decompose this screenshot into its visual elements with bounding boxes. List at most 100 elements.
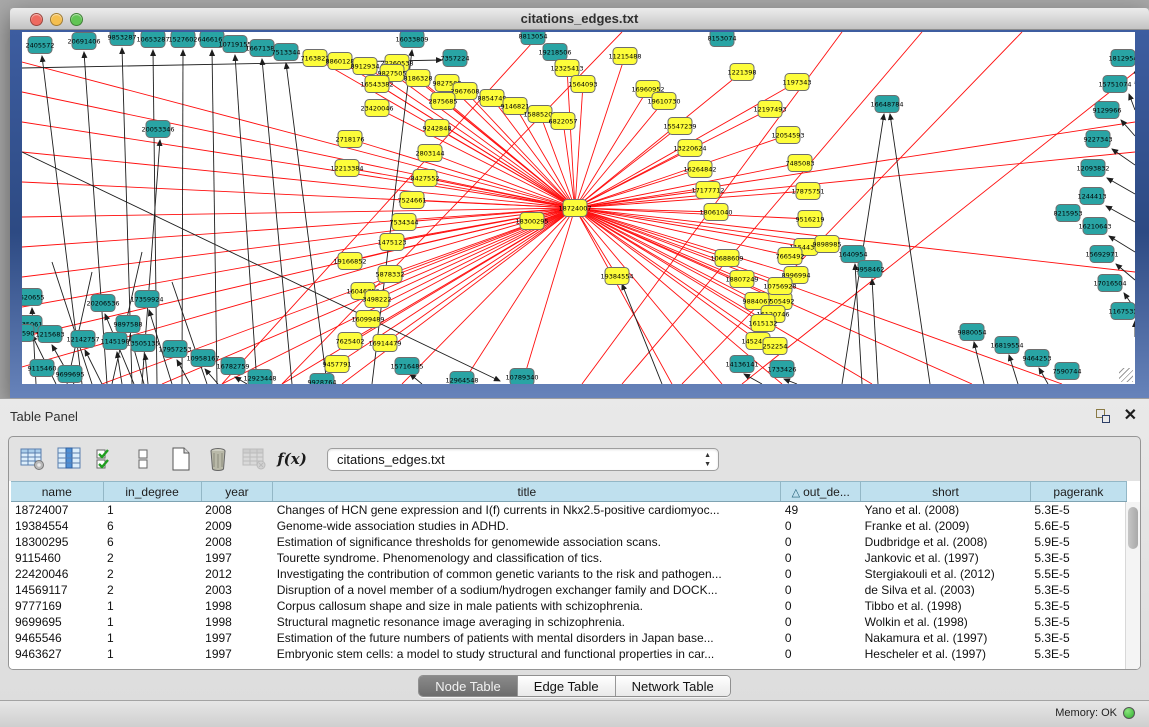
table-cell[interactable]: Jankovic et al. (1997) xyxy=(861,550,1031,566)
table-settings-button[interactable] xyxy=(19,445,47,473)
table-cell[interactable]: 1 xyxy=(103,598,201,614)
table-cell[interactable]: 1998 xyxy=(201,614,273,630)
table-row[interactable]: 2242004622012Investigating the contribut… xyxy=(11,566,1127,582)
table-cell[interactable]: 1997 xyxy=(201,646,273,662)
table-cell[interactable]: Yano et al. (2008) xyxy=(861,502,1031,518)
table-cell[interactable]: Changes of HCN gene expression and I(f) … xyxy=(273,502,781,518)
table-row[interactable]: 946554611997Estimation of the future num… xyxy=(11,630,1127,646)
graph-node[interactable]: 20206536 xyxy=(86,295,119,312)
graph-node[interactable]: 2405572 xyxy=(26,37,55,54)
table-cell[interactable]: 6 xyxy=(103,518,201,534)
table-cell[interactable]: 2008 xyxy=(201,502,273,518)
table-cell[interactable]: 0 xyxy=(781,566,861,582)
table-row[interactable]: 1456911722003Disruption of a novel membe… xyxy=(11,582,1127,598)
table-cell[interactable]: 9699695 xyxy=(11,614,103,630)
graph-node[interactable]: 9880054 xyxy=(958,324,987,341)
graph-node[interactable]: 18061040 xyxy=(699,204,732,221)
table-cell[interactable]: 1998 xyxy=(201,598,273,614)
graph-node[interactable]: 10688609 xyxy=(710,250,743,267)
table-cell[interactable]: 5.9E-5 xyxy=(1030,534,1126,550)
graph-node[interactable]: 16543382 xyxy=(360,76,393,93)
graph-node[interactable]: 16782759 xyxy=(216,358,249,375)
graph-node[interactable]: 3498222 xyxy=(363,291,392,308)
graph-node[interactable]: 1244413 xyxy=(1078,188,1107,205)
table-cell[interactable]: 2 xyxy=(103,550,201,566)
table-cell[interactable]: 49 xyxy=(781,502,861,518)
graph-node[interactable]: 12923448 xyxy=(243,370,276,385)
graph-node[interactable]: 1167533 xyxy=(1109,303,1135,320)
table-cell[interactable]: Embryonic stem cells: a model to study s… xyxy=(273,646,781,662)
table-cell[interactable]: 5.5E-5 xyxy=(1030,566,1126,582)
graph-node[interactable]: 9115460 xyxy=(28,360,57,377)
graph-node[interactable]: 12213384 xyxy=(330,160,363,177)
new-document-button[interactable] xyxy=(167,445,195,473)
table-cell[interactable]: 1997 xyxy=(201,630,273,646)
graph-node[interactable]: 9242848 xyxy=(423,120,452,137)
table-selector-dropdown[interactable]: citations_edges.txt ▲▼ xyxy=(327,448,719,471)
graph-node[interactable]: 8186328 xyxy=(404,70,433,87)
graph-node[interactable]: 2875685 xyxy=(429,93,458,110)
graph-node[interactable]: 10958167 xyxy=(186,350,219,367)
table-cell[interactable]: Investigating the contribution of common… xyxy=(273,566,781,582)
graph-node[interactable]: 12964548 xyxy=(445,372,478,385)
table-cell[interactable]: 5.3E-5 xyxy=(1030,614,1126,630)
table-cell[interactable]: 5.3E-5 xyxy=(1030,582,1126,598)
graph-node[interactable]: 11215488 xyxy=(608,48,641,65)
graph-node[interactable]: 23420046 xyxy=(360,100,393,117)
table-cell[interactable]: 5.3E-5 xyxy=(1030,502,1126,518)
graph-node[interactable]: 1640954 xyxy=(839,246,868,263)
graph-node[interactable]: 10756928 xyxy=(763,278,796,295)
window-titlebar[interactable]: citations_edges.txt xyxy=(10,8,1149,30)
table-cell[interactable]: Estimation of significance thresholds fo… xyxy=(273,534,781,550)
graph-node[interactable]: 9699695 xyxy=(56,366,85,383)
table-cell[interactable]: 18300295 xyxy=(11,534,103,550)
graph-node[interactable]: 8427552 xyxy=(411,170,440,187)
column-header-year[interactable]: year xyxy=(201,482,273,502)
graph-node[interactable]: 20691406 xyxy=(67,33,100,50)
graph-node[interactable]: 18724007 xyxy=(558,200,591,217)
tab-node-table[interactable]: Node Table xyxy=(419,676,518,696)
graph-node[interactable]: 7524661 xyxy=(398,192,427,209)
table-cell[interactable]: Genome-wide association studies in ADHD. xyxy=(273,518,781,534)
graph-node[interactable]: 8153074 xyxy=(708,32,737,47)
table-cell[interactable]: 1 xyxy=(103,502,201,518)
table-cell[interactable]: 1997 xyxy=(201,550,273,566)
table-cell[interactable]: 5.6E-5 xyxy=(1030,518,1126,534)
graph-node[interactable]: 13505135 xyxy=(126,335,159,352)
table-cell[interactable]: 0 xyxy=(781,550,861,566)
table-cell[interactable]: 0 xyxy=(781,614,861,630)
graph-node[interactable]: 7534344 xyxy=(390,214,419,231)
table-cell[interactable]: 18724007 xyxy=(11,502,103,518)
graph-node[interactable]: 2803144 xyxy=(416,145,445,162)
graph-node[interactable]: 7625402 xyxy=(336,333,365,350)
table-cell[interactable]: 5.3E-5 xyxy=(1030,630,1126,646)
table-cell[interactable]: Stergiakouli et al. (2012) xyxy=(861,566,1031,582)
table-cell[interactable]: 0 xyxy=(781,630,861,646)
table-row[interactable]: 1830029562008Estimation of significance … xyxy=(11,534,1127,550)
select-column-button[interactable] xyxy=(56,445,84,473)
graph-node[interactable]: 9897588 xyxy=(114,316,143,333)
graph-node[interactable]: 20053346 xyxy=(141,121,174,138)
graph-node[interactable]: 2620655 xyxy=(22,289,44,306)
graph-node[interactable]: 9227343 xyxy=(1084,131,1113,148)
table-row[interactable]: 946362711997Embryonic stem cells: a mode… xyxy=(11,646,1127,662)
graph-node[interactable]: 9958462 xyxy=(856,261,885,278)
table-cell[interactable]: 0 xyxy=(781,598,861,614)
graph-node[interactable]: 6822057 xyxy=(549,113,578,130)
table-row[interactable]: 1938455462009Genome-wide association stu… xyxy=(11,518,1127,534)
graph-node[interactable]: 7485083 xyxy=(786,155,815,172)
graph-node[interactable]: 10653287 xyxy=(136,32,169,48)
memory-status-indicator[interactable] xyxy=(1123,707,1135,719)
graph-node[interactable]: 12142757 xyxy=(66,331,99,348)
close-panel-icon[interactable]: ✕ xyxy=(1124,409,1137,423)
graph-node[interactable]: 16264842 xyxy=(683,161,716,178)
table-cell[interactable]: 1 xyxy=(103,614,201,630)
table-cell[interactable]: 9465546 xyxy=(11,630,103,646)
table-cell[interactable]: Hescheler et al. (1997) xyxy=(861,646,1031,662)
table-cell[interactable]: 2009 xyxy=(201,518,273,534)
column-header-in_degree[interactable]: in_degree xyxy=(103,482,201,502)
deselect-all-button[interactable] xyxy=(130,445,158,473)
graph-node[interactable]: 17016504 xyxy=(1093,275,1126,292)
graph-node[interactable]: 16210643 xyxy=(1078,218,1111,235)
graph-node[interactable]: 1197343 xyxy=(783,74,812,91)
